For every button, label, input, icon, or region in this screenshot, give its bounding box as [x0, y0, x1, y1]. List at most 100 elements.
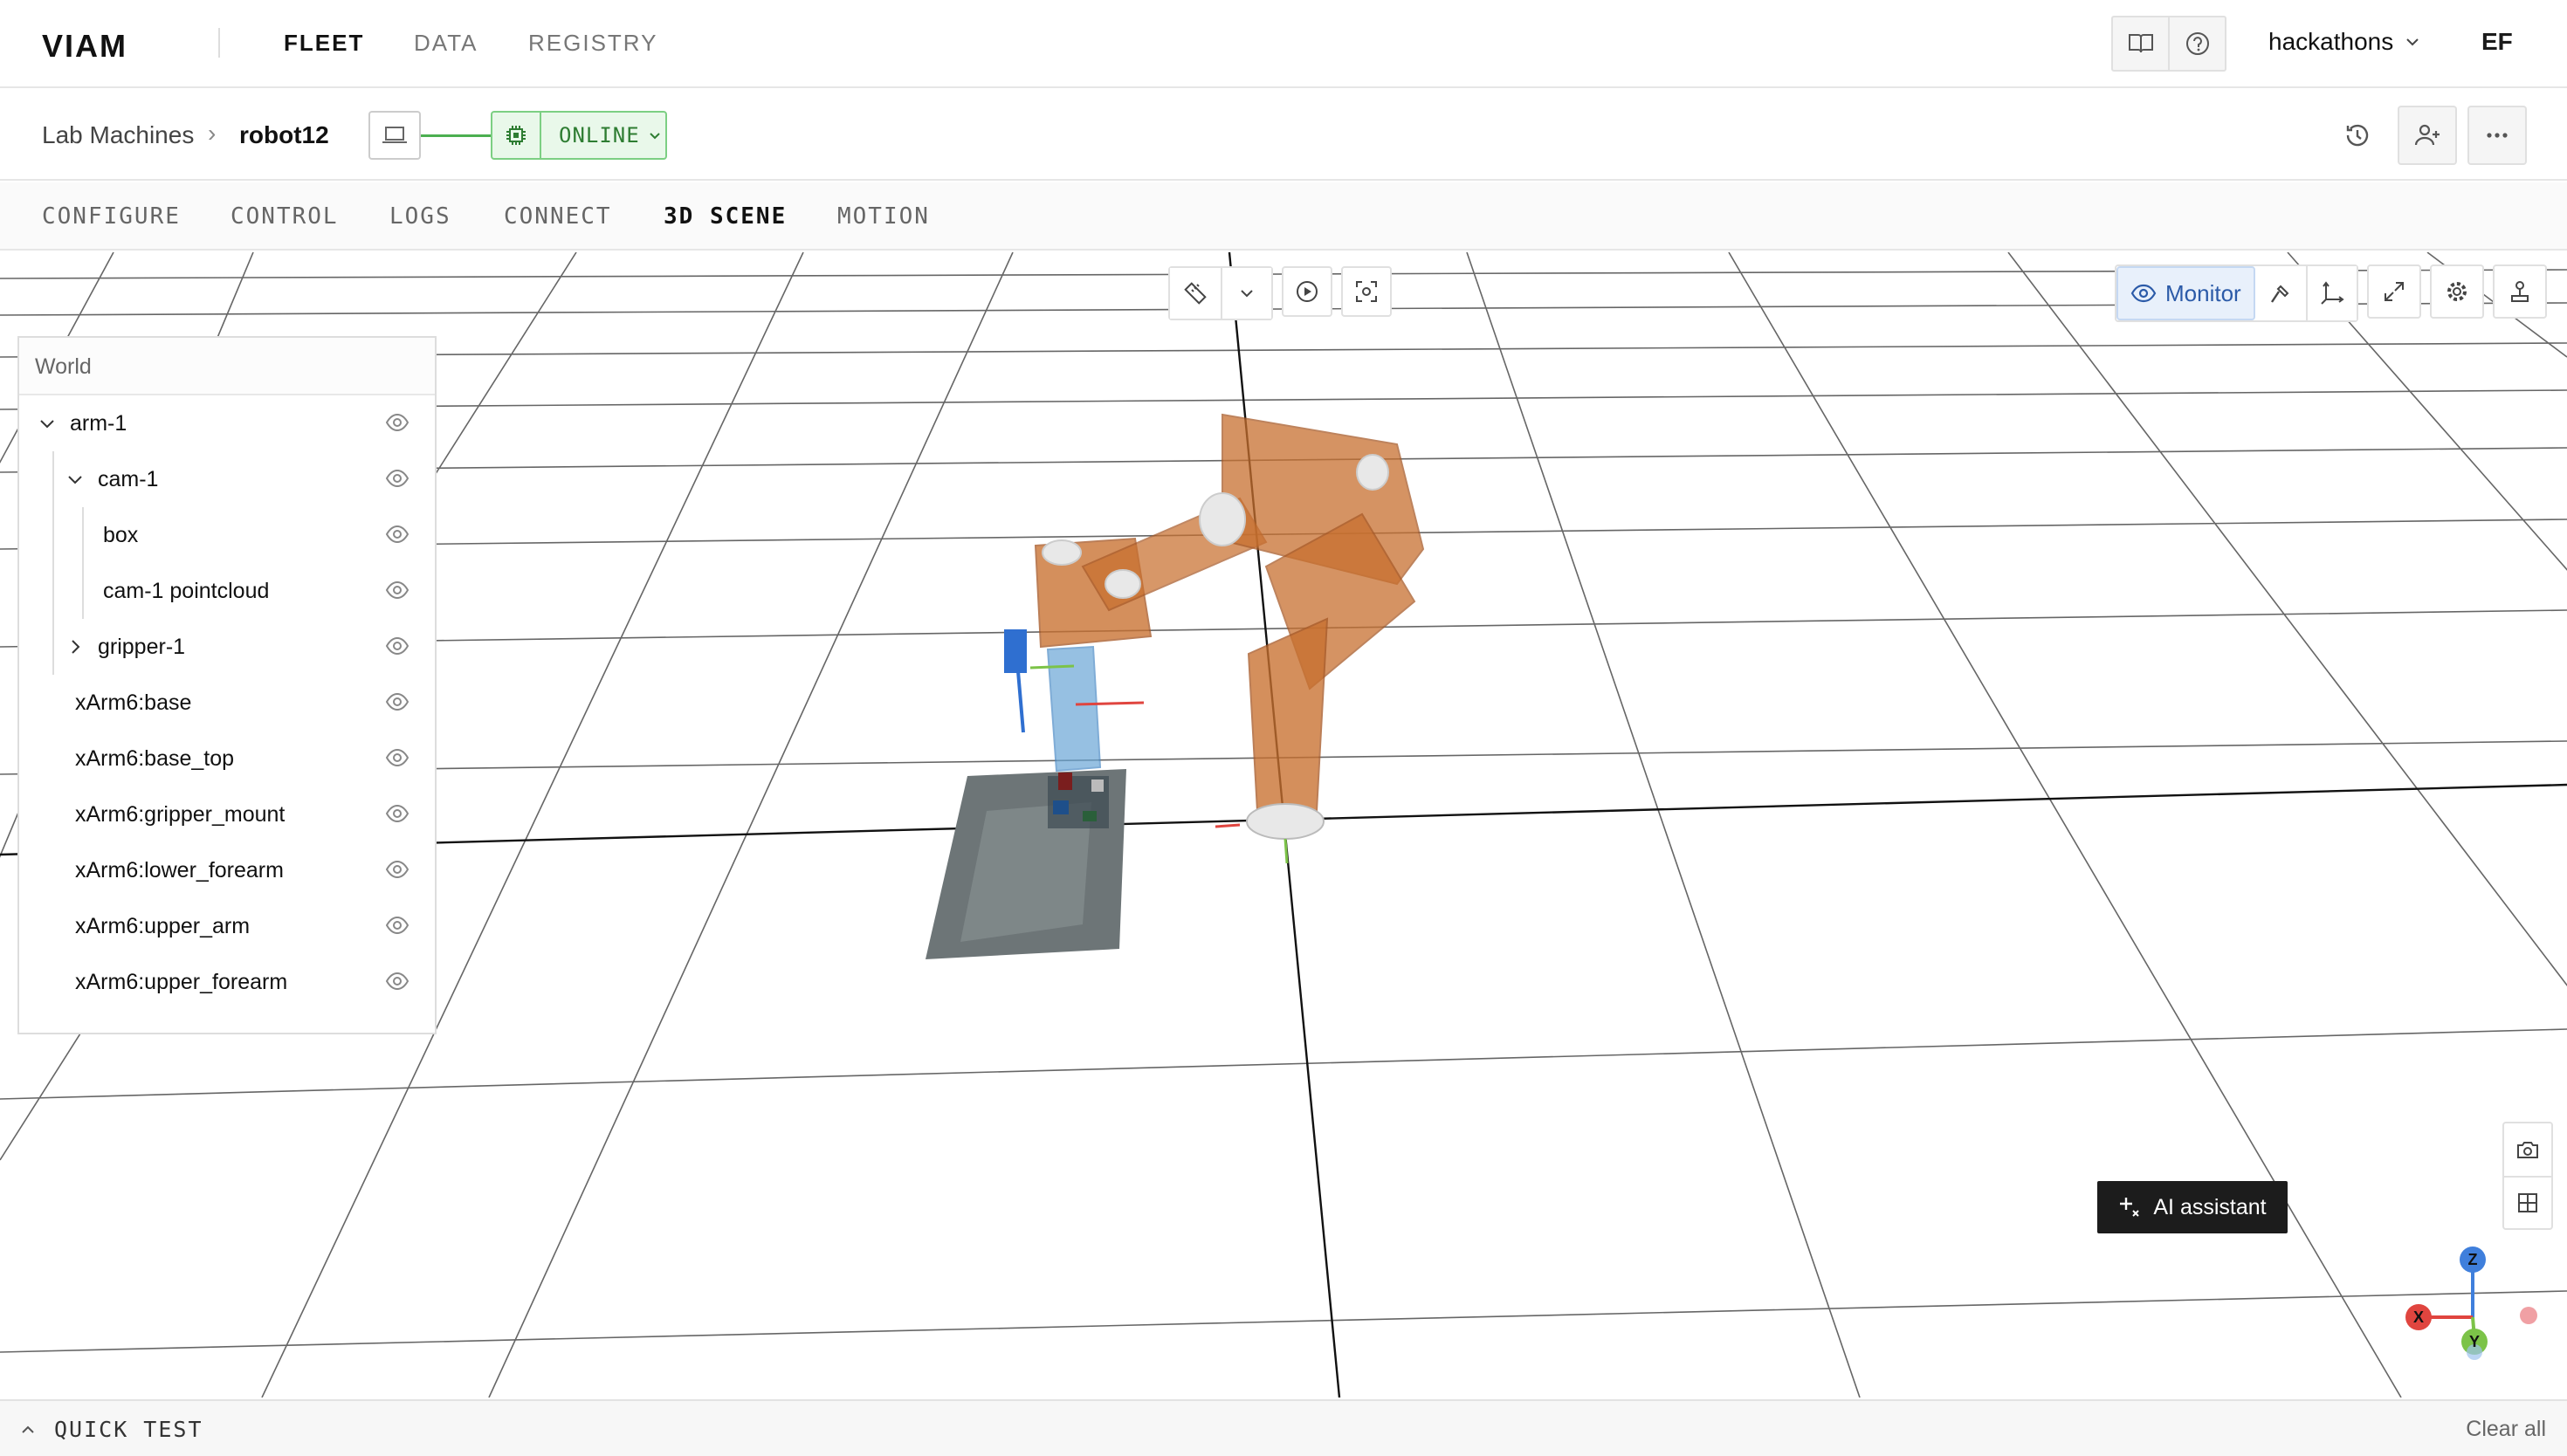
chevron-down-icon[interactable]	[65, 475, 86, 484]
docs-button[interactable]	[2113, 17, 2168, 70]
machine-tabs: CONFIGURE CONTROL LOGS CONNECT 3D SCENE …	[0, 182, 2567, 251]
breadcrumb-separator: ›	[208, 120, 217, 147]
neg-x-handle[interactable]	[2520, 1307, 2537, 1324]
breadcrumb-location[interactable]: Lab Machines	[42, 121, 194, 149]
chevron-right-icon[interactable]	[65, 639, 86, 655]
tree-item-xarm6-upper-arm[interactable]: xArm6:upper_arm	[19, 898, 435, 954]
tree-item-arm-1[interactable]: arm-1	[19, 395, 435, 451]
book-icon	[2128, 34, 2153, 53]
more-icon	[2487, 133, 2508, 138]
tree-item-label: cam-1 pointcloud	[103, 578, 270, 603]
ai-assistant-button[interactable]: AI assistant	[2097, 1181, 2288, 1233]
machine-header: Lab Machines › robot12 ONLINE	[0, 90, 2567, 181]
tab-connect[interactable]: CONNECT	[504, 203, 612, 230]
eye-icon[interactable]	[386, 636, 409, 656]
axes-icon	[2320, 281, 2344, 305]
quick-test-bar[interactable]: QUICK TEST Clear all	[0, 1399, 2567, 1456]
status-badge[interactable]: ONLINE	[491, 111, 667, 160]
monitor-mode-button[interactable]: Monitor	[2116, 266, 2255, 320]
quick-test-toggle[interactable]: QUICK TEST	[21, 1417, 203, 1442]
more-actions-button[interactable]	[2467, 106, 2527, 165]
eye-icon[interactable]	[386, 916, 409, 935]
tree-item-label: xArm6:base_top	[75, 745, 235, 771]
eye-icon[interactable]	[386, 748, 409, 767]
gear-icon	[2447, 282, 2467, 301]
layout-icon	[2518, 1193, 2537, 1212]
tree-item-xarm6-base[interactable]: xArm6:base	[19, 675, 435, 731]
measure-group	[1168, 266, 1273, 320]
tree-item-label: xArm6:gripper_mount	[75, 801, 286, 827]
clear-all-button[interactable]: Clear all	[2466, 1417, 2546, 1442]
eye-icon[interactable]	[386, 692, 409, 711]
settings-button[interactable]	[2429, 264, 2484, 319]
org-selector[interactable]: hackathons	[2268, 28, 2419, 56]
history-button[interactable]	[2328, 106, 2387, 165]
play-circle-icon	[1297, 281, 1318, 302]
tree-item-xarm6-base-top[interactable]: xArm6:base_top	[19, 731, 435, 786]
nav-fleet[interactable]: FLEET	[284, 30, 364, 57]
mode-group: Monitor	[2115, 264, 2358, 322]
eye-icon[interactable]	[386, 525, 409, 544]
axes-mode-button[interactable]	[2305, 266, 2357, 320]
eye-icon[interactable]	[386, 804, 409, 823]
chevron-down-icon[interactable]	[37, 419, 58, 429]
expand-icon	[2384, 282, 2404, 301]
scene-toolbar-right: Monitor	[2115, 264, 2547, 322]
user-avatar[interactable]: EF	[2481, 28, 2513, 56]
view-layout-button[interactable]	[2504, 1176, 2551, 1228]
share-button[interactable]	[2398, 106, 2457, 165]
tree-item-label: xArm6:upper_arm	[75, 913, 251, 938]
measure-button[interactable]	[1170, 268, 1221, 319]
fullscreen-button[interactable]	[2366, 264, 2421, 319]
measure-options-button[interactable]	[1221, 268, 1271, 319]
help-button[interactable]	[2168, 17, 2225, 70]
eye-icon[interactable]	[386, 580, 409, 600]
hammer-icon	[2270, 285, 2289, 303]
question-icon	[2185, 32, 2209, 55]
y-axis-label: Y	[2469, 1333, 2480, 1350]
tab-control[interactable]: CONTROL	[231, 203, 339, 230]
play-button[interactable]	[1282, 266, 1332, 317]
help-buttons	[2111, 16, 2226, 72]
viam-logo[interactable]: VIAM	[42, 28, 127, 65]
robot-arm-button[interactable]	[2492, 264, 2547, 319]
tree-item-xarm6-lower-forearm[interactable]: xArm6:lower_forearm	[19, 842, 435, 898]
tree-item-cam-1-pointcloud[interactable]: cam-1 pointcloud	[19, 563, 435, 619]
nav-data[interactable]: DATA	[414, 30, 478, 57]
tab-configure[interactable]: CONFIGURE	[42, 203, 181, 230]
scene-toolbar-center	[1168, 266, 1392, 320]
ruler-icon	[1184, 282, 1207, 305]
tree-item-label: box	[103, 522, 139, 547]
tab-logs[interactable]: LOGS	[389, 203, 451, 230]
org-name: hackathons	[2268, 28, 2394, 55]
tree-item-gripper-1[interactable]: gripper-1	[19, 619, 435, 675]
tree-item-cam-1[interactable]: cam-1	[19, 451, 435, 507]
logo-divider	[218, 28, 220, 58]
machine-part-button[interactable]	[368, 111, 421, 160]
tree-item-xarm6-upper-forearm[interactable]: xArm6:upper_forearm	[19, 954, 435, 1010]
tree-item-label: cam-1	[98, 466, 159, 491]
eye-icon[interactable]	[386, 469, 409, 488]
tree-item-label: gripper-1	[98, 634, 186, 659]
3d-scene-canvas[interactable]: World arm-1 cam-1 box cam-1 pointcloud g…	[0, 252, 2567, 1398]
tab-motion[interactable]: MOTION	[837, 203, 930, 230]
eye-icon	[2130, 284, 2157, 303]
chevron-down-icon	[1241, 290, 1253, 298]
eye-icon[interactable]	[386, 972, 409, 991]
top-navigation-bar: VIAM FLEET DATA REGISTRY hackathons EF	[0, 0, 2567, 88]
edit-mode-button[interactable]	[2254, 266, 2306, 320]
camera-frustum	[1004, 629, 1145, 773]
add-user-icon	[2414, 124, 2440, 146]
eye-icon[interactable]	[386, 413, 409, 432]
tab-3d-scene[interactable]: 3D SCENE	[664, 203, 787, 230]
tree-item-box[interactable]: box	[19, 507, 435, 563]
screenshot-button[interactable]	[2504, 1123, 2551, 1176]
tree-item-xarm6-gripper-mount[interactable]: xArm6:gripper_mount	[19, 786, 435, 842]
camera-icon	[2517, 1142, 2538, 1158]
axis-gizmo[interactable]: Z X Y	[2394, 1240, 2543, 1371]
focus-button[interactable]	[1341, 266, 1392, 317]
robot-arm-icon	[2510, 281, 2529, 302]
nav-registry[interactable]: REGISTRY	[528, 30, 657, 57]
ai-assistant-label: AI assistant	[2153, 1194, 2267, 1219]
eye-icon[interactable]	[386, 860, 409, 879]
